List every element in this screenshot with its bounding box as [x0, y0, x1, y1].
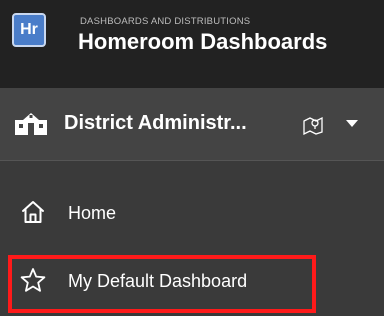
district-selector[interactable]: District Administr...	[0, 88, 384, 160]
divider	[0, 160, 384, 161]
map-pin-icon[interactable]	[302, 115, 324, 135]
nav-item-label: My Default Dashboard	[68, 271, 248, 291]
star-outline-icon	[20, 268, 46, 292]
app-supertitle: DASHBOARDS AND DISTRIBUTIONS	[80, 16, 251, 27]
home-icon	[22, 201, 44, 223]
homeroom-logo[interactable]: Hr	[12, 13, 46, 47]
nav-item-my-default-dashboard[interactable]: My Default Dashboard	[0, 255, 384, 307]
app-header: Hr DASHBOARDS AND DISTRIBUTIONS Homeroom…	[0, 0, 384, 88]
nav-item-home[interactable]: Home	[0, 186, 384, 238]
school-building-icon	[15, 113, 47, 135]
caret-down-icon[interactable]	[346, 120, 358, 128]
nav-item-label: Home	[68, 203, 117, 223]
app-title[interactable]: Homeroom Dashboards	[78, 29, 327, 55]
district-name: District Administr...	[64, 112, 247, 134]
